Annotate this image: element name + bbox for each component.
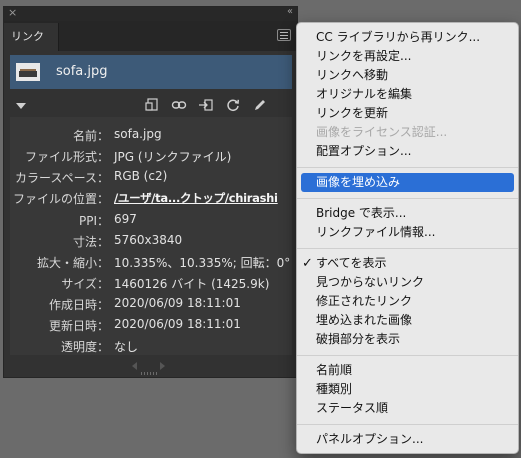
update-link-icon[interactable] [225,97,241,113]
menu-item-relink[interactable]: リンクを再設定... [297,47,518,66]
info-label: ファイル形式： [24,150,109,164]
menu-separator [297,167,518,168]
info-label: カラースペース： [15,171,109,185]
info-row-transparency: 透明度： なし [10,338,292,358]
info-value: 10.335%、10.335%; 回転：0° [114,256,291,270]
info-value: JPG (リンクファイル) [114,150,232,164]
next-arrow-icon[interactable] [160,362,165,370]
info-label: 透明度： [60,340,109,354]
info-row-name: 名前： sofa.jpg [10,127,292,147]
panel-menu-icon[interactable] [277,29,291,41]
show-info-triangle-icon[interactable] [16,103,26,109]
menu-separator [297,424,518,425]
menu-separator [297,248,518,249]
menu-item-relink-from-cc[interactable]: CC ライブラリから再リンク... [297,28,518,47]
menu-separator [297,355,518,356]
info-value: なし [114,340,139,354]
menu-item-show-damaged[interactable]: 破損部分を表示 [297,330,518,349]
info-row-dimensions: 寸法： 5760x3840 [10,233,292,253]
menu-item-missing-links[interactable]: 見つからないリンク [297,273,518,292]
previous-arrow-icon[interactable] [132,362,137,370]
tab-links[interactable]: リンク [4,23,59,51]
menu-item-label: すべてを表示 [316,256,387,270]
link-info-panel: 名前： sofa.jpg ファイル形式： JPG (リンクファイル) カラースペ… [10,117,292,355]
menu-item-panel-options[interactable]: パネルオプション... [297,430,518,449]
menu-item-sort-by-status[interactable]: ステータス順 [297,399,518,418]
go-to-link-icon[interactable] [198,97,214,113]
menu-item-link-file-info[interactable]: リンクファイル情報... [297,223,518,242]
menu-item-placement-options[interactable]: 配置オプション... [297,142,518,161]
menu-item-license-image: 画像をライセンス認証... [316,125,448,139]
menu-item-embedded-images[interactable]: 埋め込まれた画像 [297,311,518,330]
checkmark-icon: ✓ [302,256,313,271]
info-value: 2020/06/09 18:11:01 [114,296,241,310]
links-toolbar [4,97,297,113]
link-name: sofa.jpg [56,64,108,79]
menu-item-go-to-link[interactable]: リンクへ移動 [297,66,518,85]
info-row-ppi: PPI： 697 [10,212,292,232]
info-scroll-controls [4,357,297,377]
info-row-modified: 更新日時： 2020/06/09 18:11:01 [10,317,292,337]
relink-from-cc-icon[interactable] [144,97,160,113]
info-row-size: サイズ： 1460126 バイト (1425.9k) [10,275,292,295]
info-value: 1460126 バイト (1425.9k) [114,277,270,291]
menu-item-embed-image[interactable]: 画像を埋め込み [301,173,514,192]
menu-item-sort-by-kind[interactable]: 種類別 [297,380,518,399]
resize-grip-icon[interactable] [141,372,159,375]
menu-item-edit-original[interactable]: オリジナルを編集 [297,85,518,104]
link-thumbnail [16,63,40,81]
info-value: sofa.jpg [114,127,162,141]
info-value: 2020/06/09 18:11:01 [114,317,241,331]
info-label: 更新日時： [48,319,109,333]
file-location-link[interactable]: /ユーザ/ta...クトップ/chirashi [114,190,278,206]
info-value: 697 [114,212,137,226]
collapse-panel-icon[interactable]: ‹‹ [287,6,293,17]
menu-item-sort-by-name[interactable]: 名前順 [297,361,518,380]
info-label: 拡大・縮小： [36,256,109,270]
panel-context-menu: CC ライブラリから再リンク... リンクを再設定... リンクへ移動 オリジナ… [296,22,519,454]
relink-icon[interactable] [171,97,187,113]
info-label: 寸法： [72,235,109,249]
info-label: 作成日時： [48,298,109,312]
info-row-colorspace: カラースペース： RGB (c2) [10,169,292,189]
menu-item-modified-links[interactable]: 修正されたリンク [297,292,518,311]
menu-item-show-all[interactable]: ✓ すべてを表示 [297,254,518,273]
panel-tab-row: リンク [4,21,297,51]
menu-item-show-in-bridge[interactable]: Bridge で表示... [297,204,518,223]
links-panel: × ‹‹ リンク sofa.jpg 名前： sofa.jpg ファイル形式： J… [3,6,298,378]
info-label: 名前： [72,129,109,143]
menu-item-update-link[interactable]: リンクを更新 [297,104,518,123]
close-panel-icon[interactable]: × [8,6,17,19]
info-row-format: ファイル形式： JPG (リンクファイル) [10,148,292,168]
info-label: ファイルの位置： [12,192,109,206]
info-label: サイズ： [61,277,109,291]
menu-separator [297,198,518,199]
panel-title-bar: × ‹‹ [4,6,297,21]
info-row-scale: 拡大・縮小： 10.335%、10.335%; 回転：0° [10,254,292,274]
edit-original-icon[interactable] [252,97,268,113]
info-value: 5760x3840 [114,233,183,247]
link-list-item[interactable]: sofa.jpg [10,55,292,89]
info-row-created: 作成日時： 2020/06/09 18:11:01 [10,296,292,316]
info-value: RGB (c2) [114,169,168,183]
info-row-location: ファイルの位置： /ユーザ/ta...クトップ/chirashi [10,190,292,210]
info-label: PPI： [78,214,109,228]
